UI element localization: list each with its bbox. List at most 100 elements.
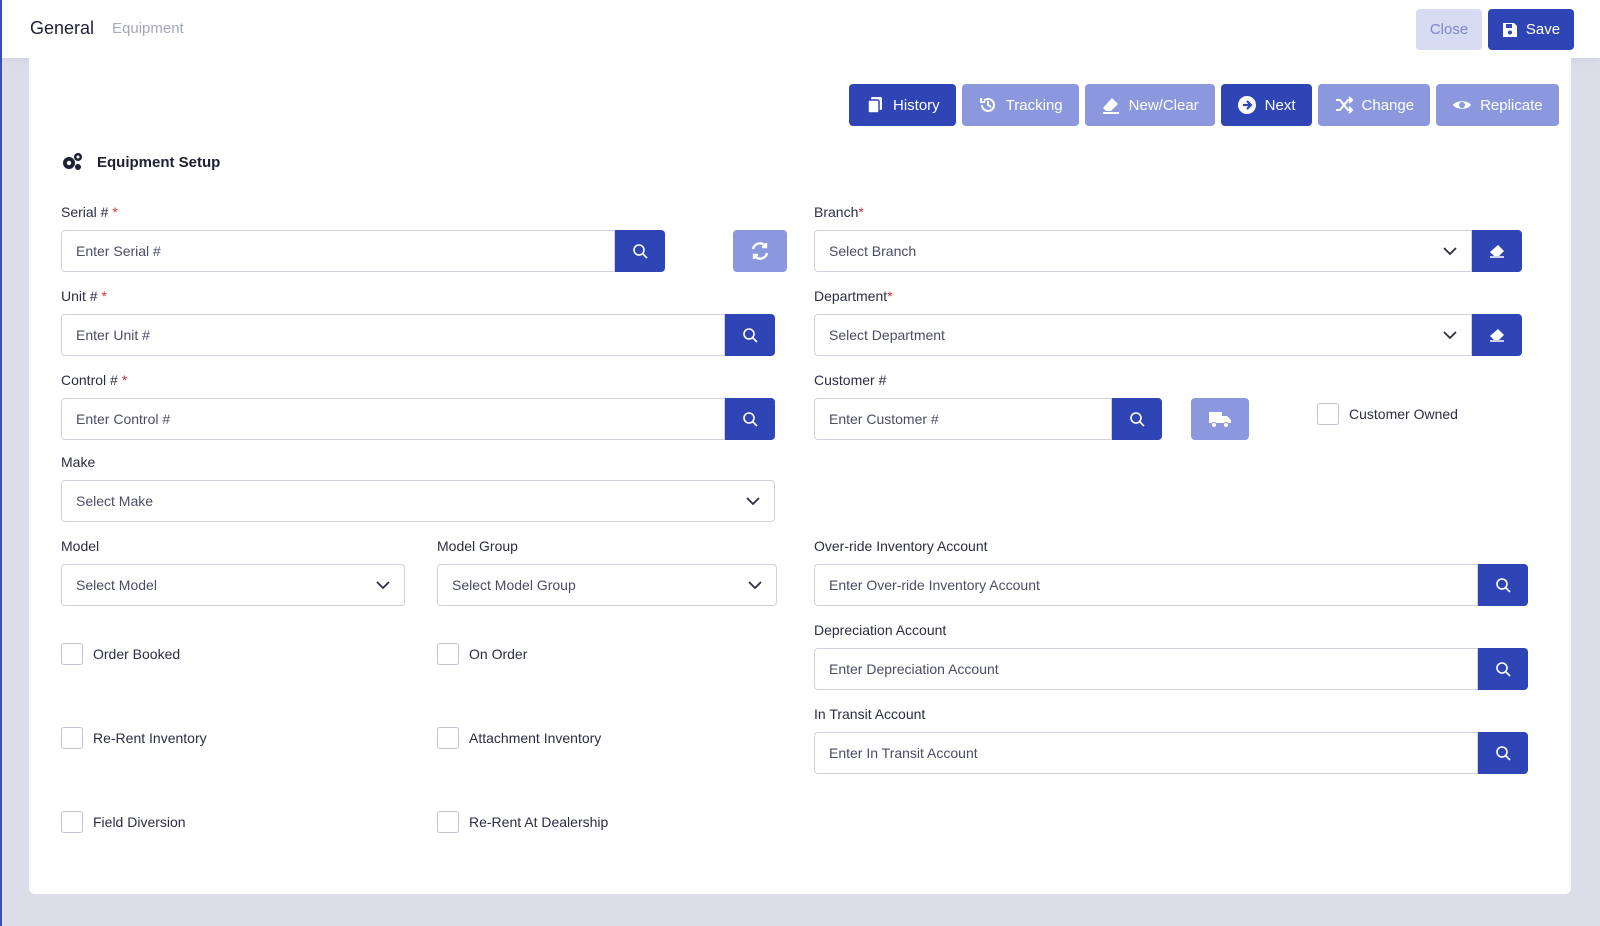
serial-input[interactable]: Enter Serial # [61,230,615,272]
branch-select[interactable]: Select Branch [814,230,1472,272]
in-transit-input[interactable]: Enter In Transit Account [814,732,1478,774]
override-inventory-placeholder: Enter Over-ride Inventory Account [829,577,1040,593]
serial-label-text: Serial # [61,204,109,220]
checkbox-box[interactable] [1317,403,1339,425]
new-clear-button[interactable]: New/Clear [1084,84,1215,126]
truck-icon [1209,412,1231,428]
unit-search-button[interactable] [725,314,775,356]
tab-general[interactable]: General [30,18,94,39]
department-label: Department* [814,288,893,304]
customer-placeholder: Enter Customer # [829,411,939,427]
section-title-text: Equipment Setup [97,153,221,171]
customer-equipment-button[interactable] [1191,398,1249,440]
tracking-label: Tracking [1005,96,1063,114]
department-label-text: Department [814,288,888,304]
customer-input[interactable]: Enter Customer # [814,398,1112,440]
make-select[interactable]: Select Make [61,480,775,522]
search-icon [1130,412,1145,427]
order-booked-checkbox[interactable]: Order Booked [61,643,180,665]
on-order-label: On Order [469,646,528,662]
unit-label-text: Unit # [61,288,98,304]
override-inventory-input[interactable]: Enter Over-ride Inventory Account [814,564,1478,606]
unit-label: Unit # * [61,288,107,304]
checkbox-box[interactable] [437,811,459,833]
equipment-card: History Tracking New/Clear Next Change R… [29,58,1571,894]
control-placeholder: Enter Control # [76,411,171,427]
change-button[interactable]: Change [1317,84,1431,126]
checkbox-box[interactable] [437,727,459,749]
eye-icon [1453,101,1472,109]
next-label: Next [1264,96,1296,114]
control-search-button[interactable] [725,398,775,440]
chevron-down-icon [1443,331,1457,340]
required-mark: * [121,372,128,388]
close-button[interactable]: Close [1416,9,1482,50]
control-input[interactable]: Enter Control # [61,398,725,440]
unit-input[interactable]: Enter Unit # [61,314,725,356]
chevron-down-icon [746,497,760,506]
shuffle-icon [1335,96,1353,114]
chevron-down-icon [376,581,390,590]
field-diversion-checkbox[interactable]: Field Diversion [61,811,186,833]
change-label: Change [1361,96,1415,114]
attachment-inventory-label: Attachment Inventory [469,730,602,746]
tracking-button[interactable]: Tracking [961,84,1079,126]
save-label: Save [1525,21,1561,38]
eraser-icon [1102,98,1119,114]
save-button[interactable]: Save [1488,9,1574,50]
history-icon [979,97,995,112]
rerent-dealership-checkbox[interactable]: Re-Rent At Dealership [437,811,608,833]
make-label: Make [61,454,96,470]
tab-equipment[interactable]: Equipment [112,20,184,37]
attachment-inventory-checkbox[interactable]: Attachment Inventory [437,727,601,749]
eraser-icon [1490,245,1504,258]
override-inventory-search-button[interactable] [1478,564,1528,606]
checkbox-box[interactable] [437,643,459,665]
model-group-select[interactable]: Select Model Group [437,564,777,606]
top-bar: General Equipment Close Save [2,0,1600,58]
copy-icon [867,97,882,114]
depreciation-placeholder: Enter Depreciation Account [829,661,999,677]
customer-search-button[interactable] [1112,398,1162,440]
depreciation-input[interactable]: Enter Depreciation Account [814,648,1478,690]
eraser-icon [1490,329,1504,342]
in-transit-placeholder: Enter In Transit Account [829,745,978,761]
generate-serial-button[interactable] [733,230,787,272]
search-icon [743,412,758,427]
next-button[interactable]: Next [1220,84,1312,126]
field-diversion-label: Field Diversion [93,814,186,830]
close-label: Close [1429,21,1469,38]
branch-placeholder: Select Branch [829,243,917,259]
required-mark: * [101,288,107,304]
checkbox-box[interactable] [61,727,83,749]
floppy-disk-icon [1502,22,1517,37]
serial-search-button[interactable] [615,230,665,272]
replicate-button[interactable]: Replicate [1436,84,1559,126]
history-button[interactable]: History [849,84,956,126]
model-placeholder: Select Model [76,577,157,593]
rerent-inventory-checkbox[interactable]: Re-Rent Inventory [61,727,207,749]
in-transit-search-button[interactable] [1478,732,1528,774]
arrow-right-circle-icon [1237,96,1256,114]
chevron-down-icon [1443,247,1457,256]
checkbox-box[interactable] [61,643,83,665]
make-placeholder: Select Make [76,493,154,509]
model-group-label: Model Group [437,538,518,554]
search-icon [1496,578,1511,593]
checkbox-box[interactable] [61,811,83,833]
on-order-checkbox[interactable]: On Order [437,643,527,665]
override-inventory-label: Over-ride Inventory Account [814,538,988,554]
branch-clear-button[interactable] [1472,230,1522,272]
section-title: Equipment Setup [61,152,220,172]
depreciation-search-button[interactable] [1478,648,1528,690]
model-select[interactable]: Select Model [61,564,405,606]
customer-owned-checkbox[interactable]: Customer Owned [1317,403,1458,425]
customer-owned-label: Customer Owned [1349,406,1458,422]
required-mark: * [887,288,893,304]
window-edge [0,0,2,926]
department-select[interactable]: Select Department [814,314,1472,356]
department-clear-button[interactable] [1472,314,1522,356]
in-transit-label: In Transit Account [814,706,926,722]
search-icon [633,244,648,259]
replicate-label: Replicate [1480,96,1543,114]
